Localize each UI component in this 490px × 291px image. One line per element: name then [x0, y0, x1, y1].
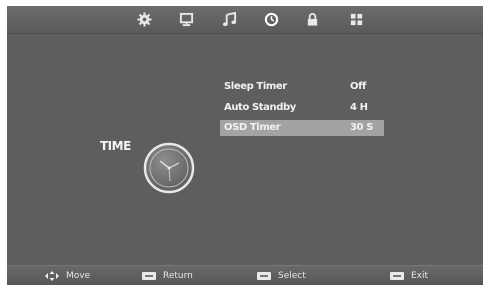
time-tab[interactable] — [259, 8, 283, 30]
tv-osd-screen: TIME Sleep Timer Off Auto Standby 4 H OS… — [7, 6, 483, 285]
clock-icon — [264, 12, 278, 26]
menu-item-label: Auto Standby — [224, 102, 296, 113]
exit-hint: Exit — [390, 270, 428, 282]
exit-hint-label: Exit — [411, 271, 429, 281]
ok-key-icon — [257, 272, 271, 280]
move-hint-label: Move — [66, 271, 91, 281]
clock-icon — [143, 142, 195, 194]
lock-icon — [307, 12, 317, 26]
arrows-icon — [45, 271, 59, 281]
menu-row-sleep-timer[interactable]: Sleep Timer Off — [220, 79, 384, 95]
menu-item-value: Off — [350, 81, 367, 92]
screen-tab[interactable] — [174, 8, 198, 30]
exit-key-icon — [390, 272, 404, 280]
menu-item-value: 30 S — [350, 122, 373, 133]
lock-tab[interactable] — [300, 8, 324, 30]
menu-row-osd-timer[interactable]: OSD Timer 30 S — [220, 120, 384, 136]
select-hint: Select — [257, 270, 306, 282]
menu-key-icon — [142, 272, 156, 280]
monitor-icon — [179, 12, 193, 26]
key-hint-bar: Move Return Select Exit — [7, 265, 483, 285]
menu-item-value: 4 H — [350, 102, 368, 113]
select-hint-label: Select — [278, 271, 306, 281]
audio-tab[interactable] — [217, 8, 241, 30]
grid-icon — [350, 13, 362, 25]
return-hint: Return — [142, 270, 193, 282]
music-note-icon — [222, 11, 236, 26]
menu-item-label: Sleep Timer — [224, 81, 287, 92]
main-panel: TIME Sleep Timer Off Auto Standby 4 H OS… — [7, 34, 483, 265]
return-hint-label: Return — [163, 271, 193, 281]
menu-item-label: OSD Timer — [224, 122, 281, 133]
picture-settings-tab[interactable] — [132, 8, 156, 30]
move-hint: Move — [45, 270, 90, 282]
gear-icon — [136, 11, 152, 27]
setup-tab[interactable] — [344, 8, 368, 30]
category-tab-bar — [7, 6, 483, 34]
page-title: TIME — [100, 139, 131, 153]
menu-row-auto-standby[interactable]: Auto Standby 4 H — [220, 100, 384, 116]
